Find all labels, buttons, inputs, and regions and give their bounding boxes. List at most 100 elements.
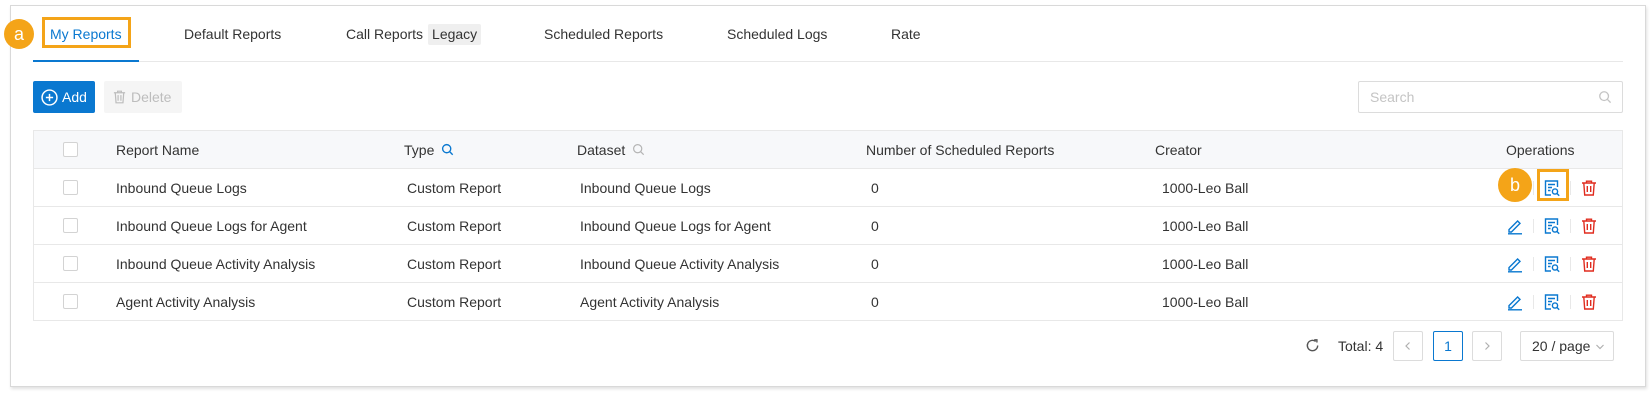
- table-row: Inbound Queue Logs Custom Report Inbound…: [34, 169, 1622, 207]
- tab-label: My Reports: [50, 26, 122, 42]
- select-all-checkbox[interactable]: [63, 142, 78, 157]
- column-header-label: Operations: [1506, 141, 1575, 158]
- row-select-cell: [34, 180, 116, 195]
- operation-divider: [1570, 294, 1571, 309]
- operations-cell: [1506, 255, 1622, 273]
- creator-cell: 1000-Leo Ball: [1162, 179, 1249, 196]
- view-report-icon[interactable]: [1543, 217, 1561, 235]
- annotation-marker-a: a: [4, 19, 34, 49]
- view-report-icon[interactable]: [1543, 293, 1561, 311]
- creator-cell: 1000-Leo Ball: [1162, 255, 1249, 272]
- tab-scheduled-logs[interactable]: Scheduled Logs: [710, 6, 844, 62]
- tab-rate[interactable]: Rate: [874, 6, 938, 62]
- total-count: Total: 4: [1338, 338, 1384, 354]
- column-header-type: Type: [404, 142, 577, 158]
- tab-label: Default Reports: [184, 26, 282, 42]
- column-header-label: Number of Scheduled Reports: [866, 141, 1055, 158]
- column-header-dataset: Dataset: [577, 142, 866, 158]
- next-page-button[interactable]: [1472, 331, 1502, 361]
- annotation-marker-b: b: [1498, 168, 1532, 202]
- row-checkbox[interactable]: [63, 294, 78, 309]
- reports-table: Report Name Type Dataset Number of Sched…: [33, 130, 1623, 321]
- row-checkbox[interactable]: [63, 180, 78, 195]
- table-header: Report Name Type Dataset Number of Sched…: [34, 131, 1622, 169]
- refresh-icon[interactable]: [1305, 338, 1320, 353]
- column-header-label: Creator: [1155, 141, 1202, 158]
- delete-icon[interactable]: [1580, 179, 1598, 197]
- row-select-cell: [34, 294, 116, 309]
- delete-button-label: Delete: [131, 89, 172, 105]
- tab-label: Scheduled Reports: [544, 26, 664, 42]
- tab-label: Rate: [891, 26, 921, 42]
- add-button[interactable]: Add: [33, 81, 95, 113]
- view-report-icon[interactable]: [1543, 179, 1561, 197]
- column-header-scheduled-reports: Number of Scheduled Reports: [866, 142, 1155, 158]
- operation-divider: [1533, 256, 1534, 271]
- scheduled-reports-cell: 0: [871, 217, 879, 234]
- row-checkbox[interactable]: [63, 218, 78, 233]
- row-checkbox[interactable]: [63, 256, 78, 271]
- delete-icon[interactable]: [1580, 255, 1598, 273]
- edit-icon[interactable]: [1506, 255, 1524, 273]
- tab-scheduled-reports[interactable]: Scheduled Reports: [527, 6, 680, 62]
- page-size-value: 20 / page: [1532, 338, 1591, 354]
- view-report-icon[interactable]: [1543, 255, 1561, 273]
- report-name-cell: Inbound Queue Activity Analysis: [116, 255, 316, 272]
- select-all-cell: [34, 142, 116, 157]
- operation-divider: [1570, 218, 1571, 233]
- report-name-cell: Inbound Queue Logs for Agent: [116, 217, 307, 234]
- dataset-filter-search-icon[interactable]: [632, 143, 645, 156]
- operation-divider: [1570, 256, 1571, 271]
- page-size-select[interactable]: 20 / page: [1520, 331, 1614, 361]
- tab-my-reports[interactable]: My Reports: [33, 6, 139, 62]
- operations-cell: [1506, 217, 1622, 235]
- delete-icon[interactable]: [1580, 217, 1598, 235]
- edit-icon[interactable]: [1506, 293, 1524, 311]
- report-name-cell: Inbound Queue Logs: [116, 179, 247, 196]
- type-filter-search-icon[interactable]: [441, 143, 454, 156]
- column-header-label: Type: [404, 141, 435, 158]
- chevron-left-icon: [1403, 341, 1413, 351]
- column-header-label: Dataset: [577, 141, 626, 158]
- plus-circle-icon: [41, 88, 58, 106]
- legacy-badge: Legacy: [428, 23, 482, 45]
- column-header-label: Report Name: [116, 141, 200, 158]
- type-cell: Custom Report: [407, 255, 502, 272]
- trash-icon: [112, 89, 127, 105]
- operation-divider: [1533, 218, 1534, 233]
- creator-cell: 1000-Leo Ball: [1162, 217, 1249, 234]
- type-cell: Custom Report: [407, 293, 502, 310]
- chevron-down-icon: [1595, 342, 1605, 352]
- delete-button[interactable]: Delete: [104, 81, 182, 113]
- delete-icon[interactable]: [1580, 293, 1598, 311]
- tab-label: Call Reports: [346, 26, 424, 42]
- operation-divider: [1533, 294, 1534, 309]
- chevron-right-icon: [1482, 341, 1492, 351]
- scheduled-reports-cell: 0: [871, 255, 879, 272]
- column-header-operations: Operations: [1506, 142, 1622, 158]
- type-cell: Custom Report: [407, 179, 502, 196]
- edit-icon[interactable]: [1506, 217, 1524, 235]
- add-button-label: Add: [62, 89, 87, 105]
- operation-divider: [1570, 180, 1571, 195]
- tab-default-reports[interactable]: Default Reports: [167, 6, 298, 62]
- search-input[interactable]: [1359, 82, 1622, 112]
- prev-page-button[interactable]: [1393, 331, 1423, 361]
- operations-cell: [1506, 293, 1622, 311]
- tab-call-reports[interactable]: Call Reports Legacy: [329, 6, 498, 62]
- report-name-cell: Agent Activity Analysis: [116, 293, 256, 310]
- dataset-cell: Inbound Queue Logs for Agent: [580, 217, 771, 234]
- row-select-cell: [34, 218, 116, 233]
- scheduled-reports-cell: 0: [871, 293, 879, 310]
- type-cell: Custom Report: [407, 217, 502, 234]
- search-box: [1358, 81, 1623, 113]
- column-header-report-name: Report Name: [116, 142, 404, 158]
- table-row: Inbound Queue Logs for Agent Custom Repo…: [34, 207, 1622, 245]
- table-row: Agent Activity Analysis Custom Report Ag…: [34, 283, 1622, 321]
- dataset-cell: Inbound Queue Activity Analysis: [580, 255, 780, 272]
- search-icon: [1598, 90, 1612, 104]
- page-1-button[interactable]: 1: [1433, 331, 1463, 361]
- tab-label: Scheduled Logs: [727, 26, 828, 42]
- dataset-cell: Inbound Queue Logs: [580, 179, 711, 196]
- row-select-cell: [34, 256, 116, 271]
